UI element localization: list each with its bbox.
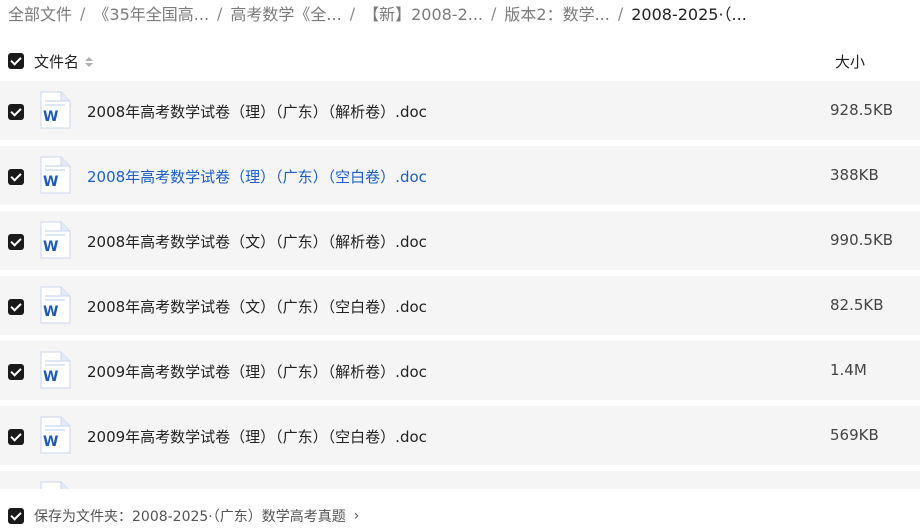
file-list-header: 文件名 大小	[0, 44, 920, 78]
file-size: 569KB	[830, 426, 879, 444]
name-column-label: 文件名	[34, 53, 80, 71]
file-size: 82.5KB	[830, 296, 884, 314]
word-document-icon: W	[39, 91, 71, 129]
breadcrumb-item[interactable]: 全部文件	[8, 1, 72, 25]
breadcrumb-separator: /	[217, 3, 223, 23]
breadcrumb-item[interactable]: 【新】2008-2...	[363, 1, 483, 25]
save-folder-bar: 保存为文件夹：2008-2025·（广东）数学高考真题 ›	[0, 489, 920, 529]
select-all-checkbox[interactable]	[8, 53, 24, 69]
word-document-icon: W	[39, 221, 71, 259]
svg-text:W: W	[43, 304, 58, 320]
svg-text:W: W	[43, 369, 58, 385]
svg-text:W: W	[43, 239, 58, 255]
breadcrumb-item[interactable]: 《35年全国高...	[93, 1, 209, 25]
name-column-header[interactable]: 文件名	[34, 51, 94, 72]
file-size: 388KB	[830, 166, 879, 184]
sort-icon[interactable]	[85, 56, 94, 67]
file-row[interactable]: W 2008年高考数学试卷（理）（广东）（解析卷）.doc 928.5KB	[0, 81, 920, 140]
breadcrumb-separator: /	[80, 3, 86, 23]
file-row[interactable]: W 2009年高考数学试卷（理）（广东）（解析卷）.doc 1.4M	[0, 341, 920, 400]
size-column-header: 大小	[835, 53, 866, 71]
breadcrumb-item[interactable]: 高考数学《全...	[230, 1, 341, 25]
breadcrumb-separator: /	[349, 3, 356, 23]
file-checkbox[interactable]	[8, 234, 24, 250]
file-size: 928.5KB	[830, 101, 894, 119]
file-name[interactable]: 2009年高考数学试卷（理）（广东）（空白卷）.doc	[87, 426, 427, 447]
file-row[interactable]: W 2008年高考数学试卷（理）（广东）（空白卷）.doc 388KB	[0, 146, 920, 205]
file-size: 1.4M	[830, 361, 867, 379]
breadcrumb: 全部文件 / 《35年全国高... / 高考数学《全... / 【新】2008-2... / 版…	[8, 0, 747, 26]
save-as-folder-label: 保存为文件夹：2008-2025·（广东）数学高考真题	[34, 509, 346, 525]
file-name[interactable]: 2008年高考数学试卷（文）（广东）（空白卷）.doc	[87, 296, 427, 317]
breadcrumb-current: 2008-2025·（...	[631, 5, 747, 24]
file-size: 990.5KB	[830, 231, 894, 249]
word-document-icon: W	[39, 156, 71, 194]
file-checkbox[interactable]	[8, 429, 24, 445]
word-document-icon: W	[39, 351, 71, 389]
file-row[interactable]: W 2009年高考数学试卷（理）（广东）（空白卷）.doc 569KB	[0, 406, 920, 465]
svg-text:W: W	[43, 434, 58, 450]
word-document-icon: W	[39, 286, 71, 324]
file-list: W 2008年高考数学试卷（理）（广东）（解析卷）.doc 928.5KB W 2…	[0, 81, 920, 497]
file-name[interactable]: 2009年高考数学试卷（理）（广东）（解析卷）.doc	[87, 361, 427, 382]
file-name[interactable]: 2008年高考数学试卷（理）（广东）（空白卷）.doc	[87, 166, 427, 187]
word-document-icon: W	[39, 416, 71, 454]
file-row-partial[interactable]: W	[0, 471, 920, 491]
file-checkbox[interactable]	[8, 364, 24, 380]
save-as-folder-link[interactable]: 保存为文件夹：2008-2025·（广东）数学高考真题 ›	[34, 506, 359, 526]
breadcrumb-separator: /	[491, 3, 497, 23]
file-checkbox[interactable]	[8, 169, 24, 185]
file-row[interactable]: W 2008年高考数学试卷（文）（广东）（解析卷）.doc 990.5KB	[0, 211, 920, 270]
breadcrumb-separator: /	[617, 3, 624, 23]
file-checkbox[interactable]	[8, 299, 24, 315]
file-name[interactable]: 2008年高考数学试卷（理）（广东）（解析卷）.doc	[87, 101, 427, 122]
svg-text:W: W	[43, 109, 58, 125]
file-row[interactable]: W 2008年高考数学试卷（文）（广东）（空白卷）.doc 82.5KB	[0, 276, 920, 335]
file-name[interactable]: 2008年高考数学试卷（文）（广东）（解析卷）.doc	[87, 231, 427, 252]
file-checkbox[interactable]	[8, 104, 24, 120]
chevron-right-icon: ›	[353, 508, 360, 524]
breadcrumb-item[interactable]: 版本2：数学...	[504, 1, 609, 25]
save-as-folder-checkbox[interactable]	[8, 508, 24, 524]
svg-text:W: W	[43, 174, 58, 190]
